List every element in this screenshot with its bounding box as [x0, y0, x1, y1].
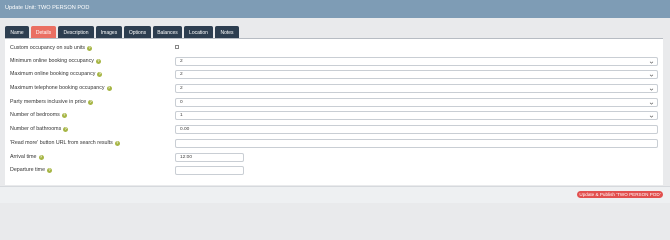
footer-bar	[0, 186, 670, 203]
max-phone-occupancy-select[interactable]: 2	[175, 84, 658, 93]
custom-occupancy-label: Custom occupancy on sub units ?	[10, 45, 93, 51]
help-icon[interactable]: ?	[87, 45, 93, 51]
help-icon[interactable]: ?	[114, 140, 120, 146]
help-icon[interactable]: ?	[63, 126, 69, 132]
max-online-occupancy-label: Maximum online booking occupancy ?	[10, 71, 103, 77]
min-online-occupancy-select[interactable]: 2	[175, 57, 658, 66]
max-phone-occupancy-label: Maximum telephone booking occupancy ?	[10, 85, 112, 91]
chevron-down-icon	[649, 88, 654, 91]
help-icon[interactable]: ?	[47, 167, 53, 173]
chevron-down-icon	[649, 61, 654, 64]
chevron-down-icon	[649, 102, 654, 105]
departure-time-label: Departure time ?	[10, 167, 53, 173]
chevron-down-icon	[649, 74, 654, 77]
bathrooms-label: Number of bathrooms ?	[10, 126, 69, 132]
departure-time-input[interactable]	[175, 166, 244, 175]
custom-occupancy-checkbox[interactable]	[175, 45, 179, 49]
max-online-occupancy-select[interactable]: 2	[175, 70, 658, 79]
help-icon[interactable]: ?	[106, 85, 112, 91]
min-online-occupancy-label: Minimum online booking occupancy ?	[10, 58, 101, 64]
chevron-down-icon	[649, 115, 654, 118]
bathrooms-input[interactable]: 0.00	[175, 125, 658, 134]
help-icon[interactable]: ?	[61, 112, 67, 118]
read-more-url-label: 'Read more' button URL from search resul…	[10, 140, 120, 146]
bedrooms-label: Number of bedrooms ?	[10, 112, 67, 118]
help-icon[interactable]: ?	[97, 71, 103, 77]
help-icon[interactable]: ?	[95, 58, 101, 64]
party-members-select[interactable]: 0	[175, 98, 658, 107]
party-members-label: Party members inclusive in price ?	[10, 99, 94, 105]
read-more-url-input[interactable]	[175, 139, 658, 148]
update-publish-button[interactable]: Update & Publish 'TWO PERSON POD'	[577, 191, 663, 198]
help-icon[interactable]: ?	[38, 154, 44, 160]
window-title: Update Unit: TWO PERSON POD	[0, 0, 670, 18]
help-icon[interactable]: ?	[88, 99, 94, 105]
bedrooms-select[interactable]: 1	[175, 111, 658, 120]
arrival-time-input[interactable]: 12:00	[175, 153, 244, 162]
arrival-time-label: Arrival time ?	[10, 154, 44, 160]
